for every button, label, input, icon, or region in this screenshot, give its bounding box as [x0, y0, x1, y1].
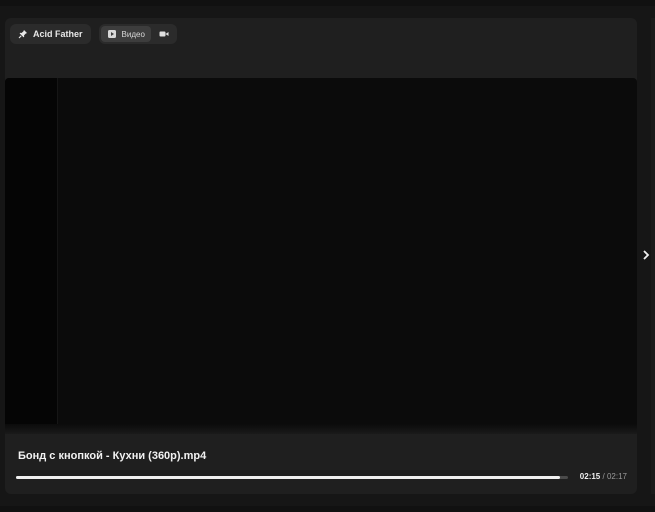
current-time: 02:15 — [579, 472, 601, 481]
video-title: Бонд с кнопкой - Кухни (360p).mp4 — [18, 450, 207, 462]
camera-icon — [159, 29, 169, 39]
author-chip[interactable]: Acid Father — [10, 24, 91, 44]
next-button[interactable] — [640, 249, 652, 263]
time-readout: 02:15 / 02:17 — [580, 472, 627, 481]
progress-bar[interactable] — [16, 476, 568, 479]
tab-video[interactable]: Видео — [100, 26, 151, 42]
video-frame[interactable] — [5, 78, 637, 434]
duration: 02:17 — [606, 472, 627, 481]
media-toolbar: Acid Father Видео — [10, 24, 177, 44]
bottom-strip — [0, 506, 655, 512]
media-type-switch: Видео — [98, 24, 177, 44]
progress-fill — [16, 476, 560, 479]
tab-video-label: Видео — [121, 29, 145, 39]
author-name: Acid Father — [33, 29, 83, 39]
tab-camera[interactable] — [153, 26, 175, 42]
chevron-right-icon — [642, 247, 650, 265]
video-file-icon — [107, 29, 117, 39]
media-panel: Acid Father Видео Бонд с кнопкой - Кухни… — [5, 18, 637, 494]
pin-icon — [18, 29, 28, 39]
video-bottom-fade — [5, 424, 637, 434]
video-dark-band — [5, 78, 57, 434]
video-edge-line — [57, 78, 58, 434]
top-strip — [0, 0, 655, 6]
time-separator: / — [602, 472, 605, 481]
